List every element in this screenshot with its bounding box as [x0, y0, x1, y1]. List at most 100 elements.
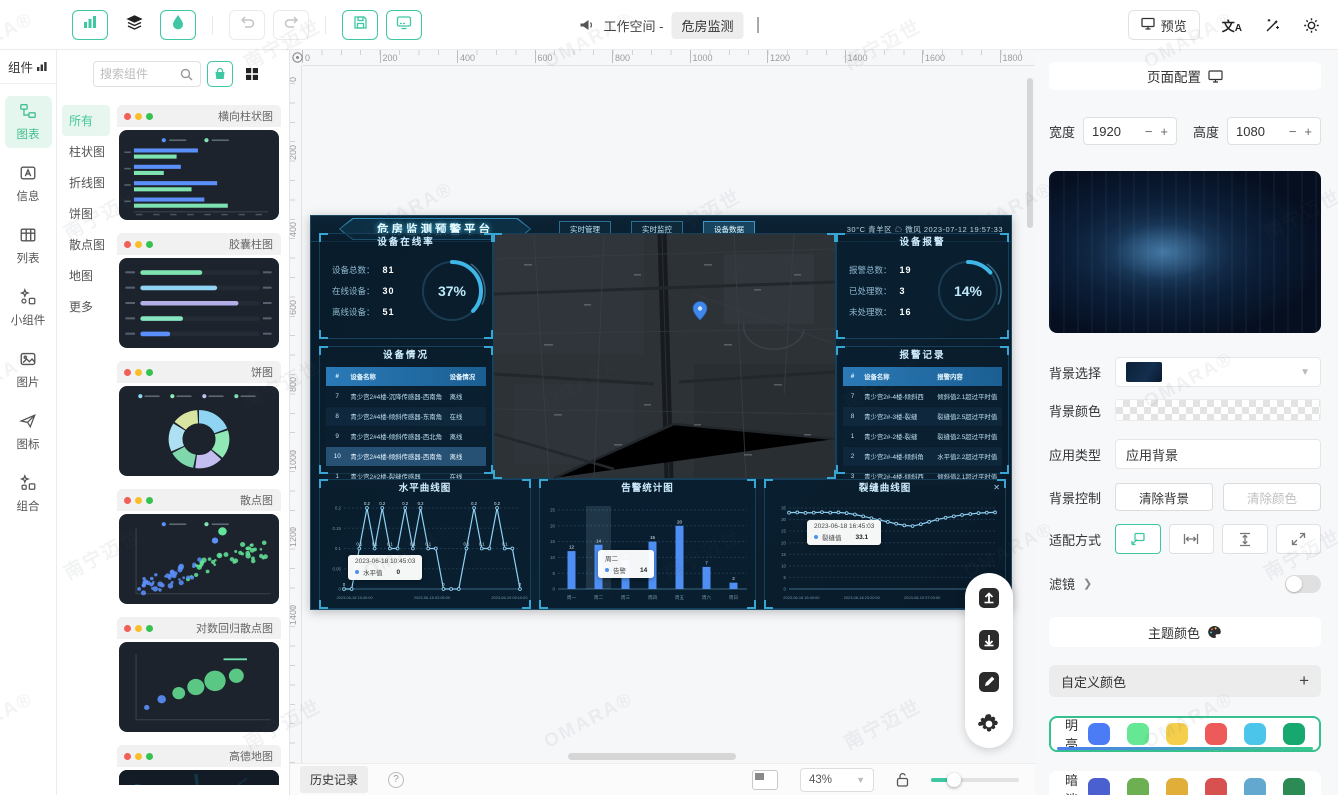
undo-button[interactable] [229, 10, 265, 40]
sidebar-item-chart-flow[interactable]: 图表 [5, 96, 52, 148]
wand-icon[interactable] [1264, 17, 1281, 34]
theme-brightness-icon[interactable] [1303, 17, 1320, 34]
slider-knob[interactable] [947, 773, 961, 787]
search-box[interactable] [93, 61, 201, 87]
unlock-icon[interactable] [896, 772, 909, 787]
panel-device-alarm: 设备报警 报警总数：19已处理数：3未处理数：16 14% [836, 233, 1009, 339]
minimap-button[interactable] [752, 770, 778, 790]
sidebar-item-image[interactable]: 图片 [5, 344, 52, 396]
horizontal-scrollbar[interactable] [568, 753, 736, 760]
zoom-select[interactable]: 43% ▼ [800, 768, 874, 792]
category-所有[interactable]: 所有 [62, 105, 110, 136]
width-input[interactable] [1092, 124, 1132, 139]
sidebar-item-table[interactable]: 列表 [5, 220, 52, 272]
view-list-toggle[interactable] [207, 61, 233, 87]
color-tool-button[interactable] [160, 10, 196, 40]
color-swatch[interactable] [1244, 778, 1266, 795]
color-swatch[interactable] [1283, 778, 1305, 795]
svg-text:周五: 周五 [675, 595, 685, 601]
clear-color-button[interactable]: 清除颜色 [1223, 483, 1321, 511]
fit-auto-button[interactable] [1115, 524, 1161, 554]
component-card-scatter[interactable]: 散点图 [117, 489, 281, 604]
component-card-bubble[interactable]: 对数回归散点图 [117, 617, 281, 732]
component-card-title: 胶囊柱图 [229, 236, 273, 252]
fit-width-button[interactable] [1169, 524, 1215, 554]
color-swatch[interactable] [1166, 778, 1188, 795]
chart-tool-button[interactable] [72, 10, 108, 40]
color-swatch[interactable] [1205, 723, 1227, 745]
search-input[interactable] [100, 67, 176, 81]
category-更多[interactable]: 更多 [62, 291, 110, 322]
vertical-scrollbar[interactable] [1027, 78, 1033, 228]
color-swatch[interactable] [1205, 778, 1227, 795]
category-散点图[interactable]: 散点图 [62, 229, 110, 260]
view-grid-toggle[interactable] [239, 61, 265, 87]
panel-close-icon[interactable]: ✕ [993, 483, 1000, 492]
preview-button[interactable]: 预览 [1128, 10, 1200, 40]
palette-bright[interactable]: 明亮 [1049, 716, 1321, 752]
component-card-map[interactable]: 高德地图 [117, 745, 281, 785]
fit-stretch-button[interactable] [1276, 524, 1322, 554]
svg-text:12: 12 [569, 545, 575, 550]
layers-button[interactable] [116, 10, 152, 40]
add-color-button[interactable]: + [1299, 671, 1309, 691]
filter-toggle[interactable] [1285, 575, 1321, 593]
color-swatch[interactable] [1127, 723, 1149, 745]
sidebar-item-group[interactable]: 组合 [5, 468, 52, 520]
color-swatch[interactable] [1088, 723, 1110, 745]
svg-text:10: 10 [550, 555, 555, 560]
bg-select-dropdown[interactable]: ▼ [1115, 357, 1321, 387]
zoom-slider[interactable] [931, 778, 1019, 782]
editor-canvas[interactable]: 020040060080010001200140016001800 020040… [290, 50, 1035, 795]
height-plus-button[interactable]: + [1304, 124, 1312, 139]
ruler-origin-icon[interactable] [291, 51, 304, 64]
category-地图[interactable]: 地图 [62, 260, 110, 291]
sidebar-item-info-a[interactable]: 信息 [5, 158, 52, 210]
component-card-donut[interactable]: 饼图 [117, 361, 281, 476]
category-柱状图[interactable]: 柱状图 [62, 136, 110, 167]
dashboard-artboard[interactable]: 危房监测预警平台 实时管理 实时监控 设备数据 30°C 青羊区 ☁ 微风 20… [310, 215, 1012, 610]
import-button[interactable] [971, 621, 1008, 658]
publish-button[interactable] [386, 10, 422, 40]
fit-height-button[interactable] [1222, 524, 1268, 554]
height-input[interactable] [1236, 124, 1276, 139]
save-button[interactable] [342, 10, 378, 40]
color-swatch[interactable] [1127, 778, 1149, 795]
category-饼图[interactable]: 饼图 [62, 198, 110, 229]
component-card-capsule[interactable]: 胶囊柱图 [117, 233, 281, 348]
color-swatch[interactable] [1244, 723, 1266, 745]
custom-color-label: 自定义颜色 [1061, 672, 1126, 691]
palette-dim-label: 暗淡 [1065, 770, 1088, 795]
sidebar-item-paper-plane[interactable]: 图标 [5, 406, 52, 458]
project-name[interactable]: 危房监测 [671, 12, 743, 39]
redo-button[interactable] [273, 10, 309, 40]
bg-color-picker[interactable] [1115, 399, 1321, 421]
width-minus-button[interactable]: − [1145, 124, 1153, 139]
city-map[interactable] [494, 234, 835, 478]
component-card-hbar[interactable]: 横向柱状图 [117, 105, 281, 220]
chart-tooltip: 2023-06-18 16:45:03裂缝值33.1 [807, 520, 881, 545]
width-plus-button[interactable]: + [1160, 124, 1168, 139]
help-icon[interactable]: ? [388, 772, 404, 788]
panel-title: 设备情况 [320, 347, 492, 365]
chevron-right-icon[interactable]: ❯ [1083, 577, 1092, 590]
svg-text:0: 0 [553, 587, 556, 592]
edit-button[interactable] [971, 663, 1008, 700]
svg-text:35: 35 [781, 506, 786, 511]
height-minus-button[interactable]: − [1289, 124, 1297, 139]
category-折线图[interactable]: 折线图 [62, 167, 110, 198]
clear-background-button[interactable]: 清除背景 [1115, 483, 1213, 511]
translate-icon[interactable]: 文A [1222, 16, 1242, 35]
export-button[interactable] [971, 579, 1008, 616]
page-config-panel: 页面配置 宽度 −+ 高度 −+ 背景选择 ▼ 背景颜色 应用类型 背景控制 清… [1035, 50, 1338, 795]
sidebar-item-widget[interactable]: 小组件 [5, 282, 52, 334]
settings-button[interactable] [971, 705, 1008, 742]
palette-dim[interactable]: 暗淡 [1049, 771, 1321, 795]
color-swatch[interactable] [1283, 723, 1305, 745]
color-swatch[interactable] [1088, 778, 1110, 795]
theme-color-card[interactable]: 主题颜色 [1049, 617, 1321, 647]
background-preview[interactable] [1049, 171, 1321, 333]
history-button[interactable]: 历史记录 [300, 766, 368, 793]
color-swatch[interactable] [1166, 723, 1188, 745]
app-type-input[interactable] [1115, 439, 1321, 469]
